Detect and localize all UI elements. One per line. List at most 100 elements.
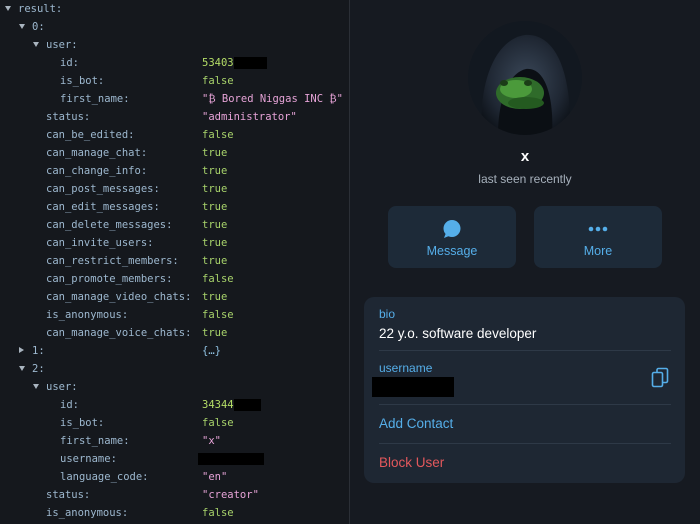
json-value: false [202,507,234,519]
json-row: can_manage_voice_chats: true [0,324,349,342]
json-row: status: "administrator" [0,108,349,126]
json-row: first_name: "x" [0,432,349,450]
json-value: false [202,129,234,141]
json-row: can_post_messages: true [0,180,349,198]
avatar[interactable] [468,21,582,135]
json-row[interactable]: user: [0,378,349,396]
json-row: can_be_edited: false [0,126,349,144]
json-value: true [202,201,228,213]
json-row[interactable]: 1: {…} [0,342,349,360]
json-row: can_edit_messages: true [0,198,349,216]
redaction-box [233,399,261,411]
json-key: first_name: [60,93,130,105]
caret-down-icon[interactable] [19,24,25,29]
json-key: user: [46,39,78,51]
json-key: can_post_messages: [46,183,160,195]
username-label: username [379,361,433,375]
json-row: can_manage_chat: true [0,144,349,162]
caret-down-icon[interactable] [5,6,11,11]
ellipsis-icon [588,226,608,232]
json-value: "en" [202,471,228,483]
json-key: 0: [32,21,45,33]
copy-icon[interactable] [651,367,669,389]
json-key: can_invite_users: [46,237,154,249]
json-row: language_code: "en" [0,468,349,486]
info-divider [379,443,671,444]
bio-label: bio [379,307,396,321]
json-row: id: 53403 [0,54,349,72]
json-key: can_change_info: [46,165,148,177]
json-key: language_code: [60,471,149,483]
json-key: 1: [32,345,45,357]
json-row: is_bot: false [0,72,349,90]
json-value: "₿ Bored Niggas INC ₿" [202,93,343,105]
add-contact-button[interactable]: Add Contact [379,416,453,431]
json-value: 34344 [202,399,234,411]
block-user-button[interactable]: Block User [379,455,444,470]
json-key: is_bot: [60,75,105,87]
json-key: can_manage_video_chats: [46,291,192,303]
json-key: first_name: [60,435,130,447]
json-value: false [202,417,234,429]
json-key: is_anonymous: [46,507,129,519]
json-key: can_be_edited: [46,129,135,141]
username-redacted[interactable] [372,377,454,397]
json-value: true [202,183,228,195]
json-row: can_promote_members: false [0,270,349,288]
json-value: "x" [202,435,221,447]
json-key: can_promote_members: [46,273,173,285]
json-row[interactable]: result: [0,0,349,18]
more-button[interactable]: More [534,206,662,268]
json-value: true [202,219,228,231]
json-value: true [202,237,228,249]
caret-down-icon[interactable] [19,366,25,371]
profile-name: x [520,148,530,165]
caret-right-icon[interactable] [19,347,24,353]
json-value: true [202,255,228,267]
json-row: can_restrict_members: true [0,252,349,270]
json-row[interactable]: 0: [0,18,349,36]
json-viewer: result: 0: user: id: 53403 is_bot: false first_… [0,0,349,524]
json-row: is_anonymous: false [0,306,349,324]
redaction-box [198,453,264,465]
json-value: {…} [202,345,221,357]
message-button-label: Message [426,244,478,258]
message-button[interactable]: Message [388,206,516,268]
json-value: true [202,291,228,303]
profile-info-card: bio 22 y.o. software developer username … [364,297,685,483]
last-seen-status: last seen recently [478,172,572,186]
json-key: 2: [32,363,45,375]
json-value: "administrator" [202,111,297,123]
info-divider [379,350,671,351]
json-value: "creator" [202,489,259,501]
caret-down-icon[interactable] [33,384,39,389]
json-row: username: [0,450,349,468]
json-key: status: [46,111,91,123]
json-row[interactable]: user: [0,36,349,54]
chat-bubble-icon [443,220,461,238]
json-key: status: [46,489,91,501]
json-value: true [202,147,228,159]
info-divider [379,404,671,405]
json-key: id: [60,57,79,69]
bio-value[interactable]: 22 y.o. software developer [379,326,536,341]
json-row: first_name: "₿ Bored Niggas INC ₿" [0,90,349,108]
json-row[interactable]: 2: [0,360,349,378]
json-row: can_invite_users: true [0,234,349,252]
json-row: is_anonymous: false [0,504,349,522]
json-key: id: [60,399,79,411]
caret-down-icon[interactable] [33,42,39,47]
json-key: result: [18,3,63,15]
json-row: status: "creator" [0,486,349,504]
json-key: can_edit_messages: [46,201,160,213]
profile-panel: x last seen recently Message More bio 22… [350,0,700,524]
json-key: is_anonymous: [46,309,129,321]
json-value: 53403 [202,57,234,69]
json-value: true [202,165,228,177]
json-row: can_delete_messages: true [0,216,349,234]
json-row: can_manage_video_chats: true [0,288,349,306]
json-row: is_bot: false [0,414,349,432]
json-value: false [202,273,234,285]
json-key: user: [46,381,78,393]
json-value: false [202,309,234,321]
